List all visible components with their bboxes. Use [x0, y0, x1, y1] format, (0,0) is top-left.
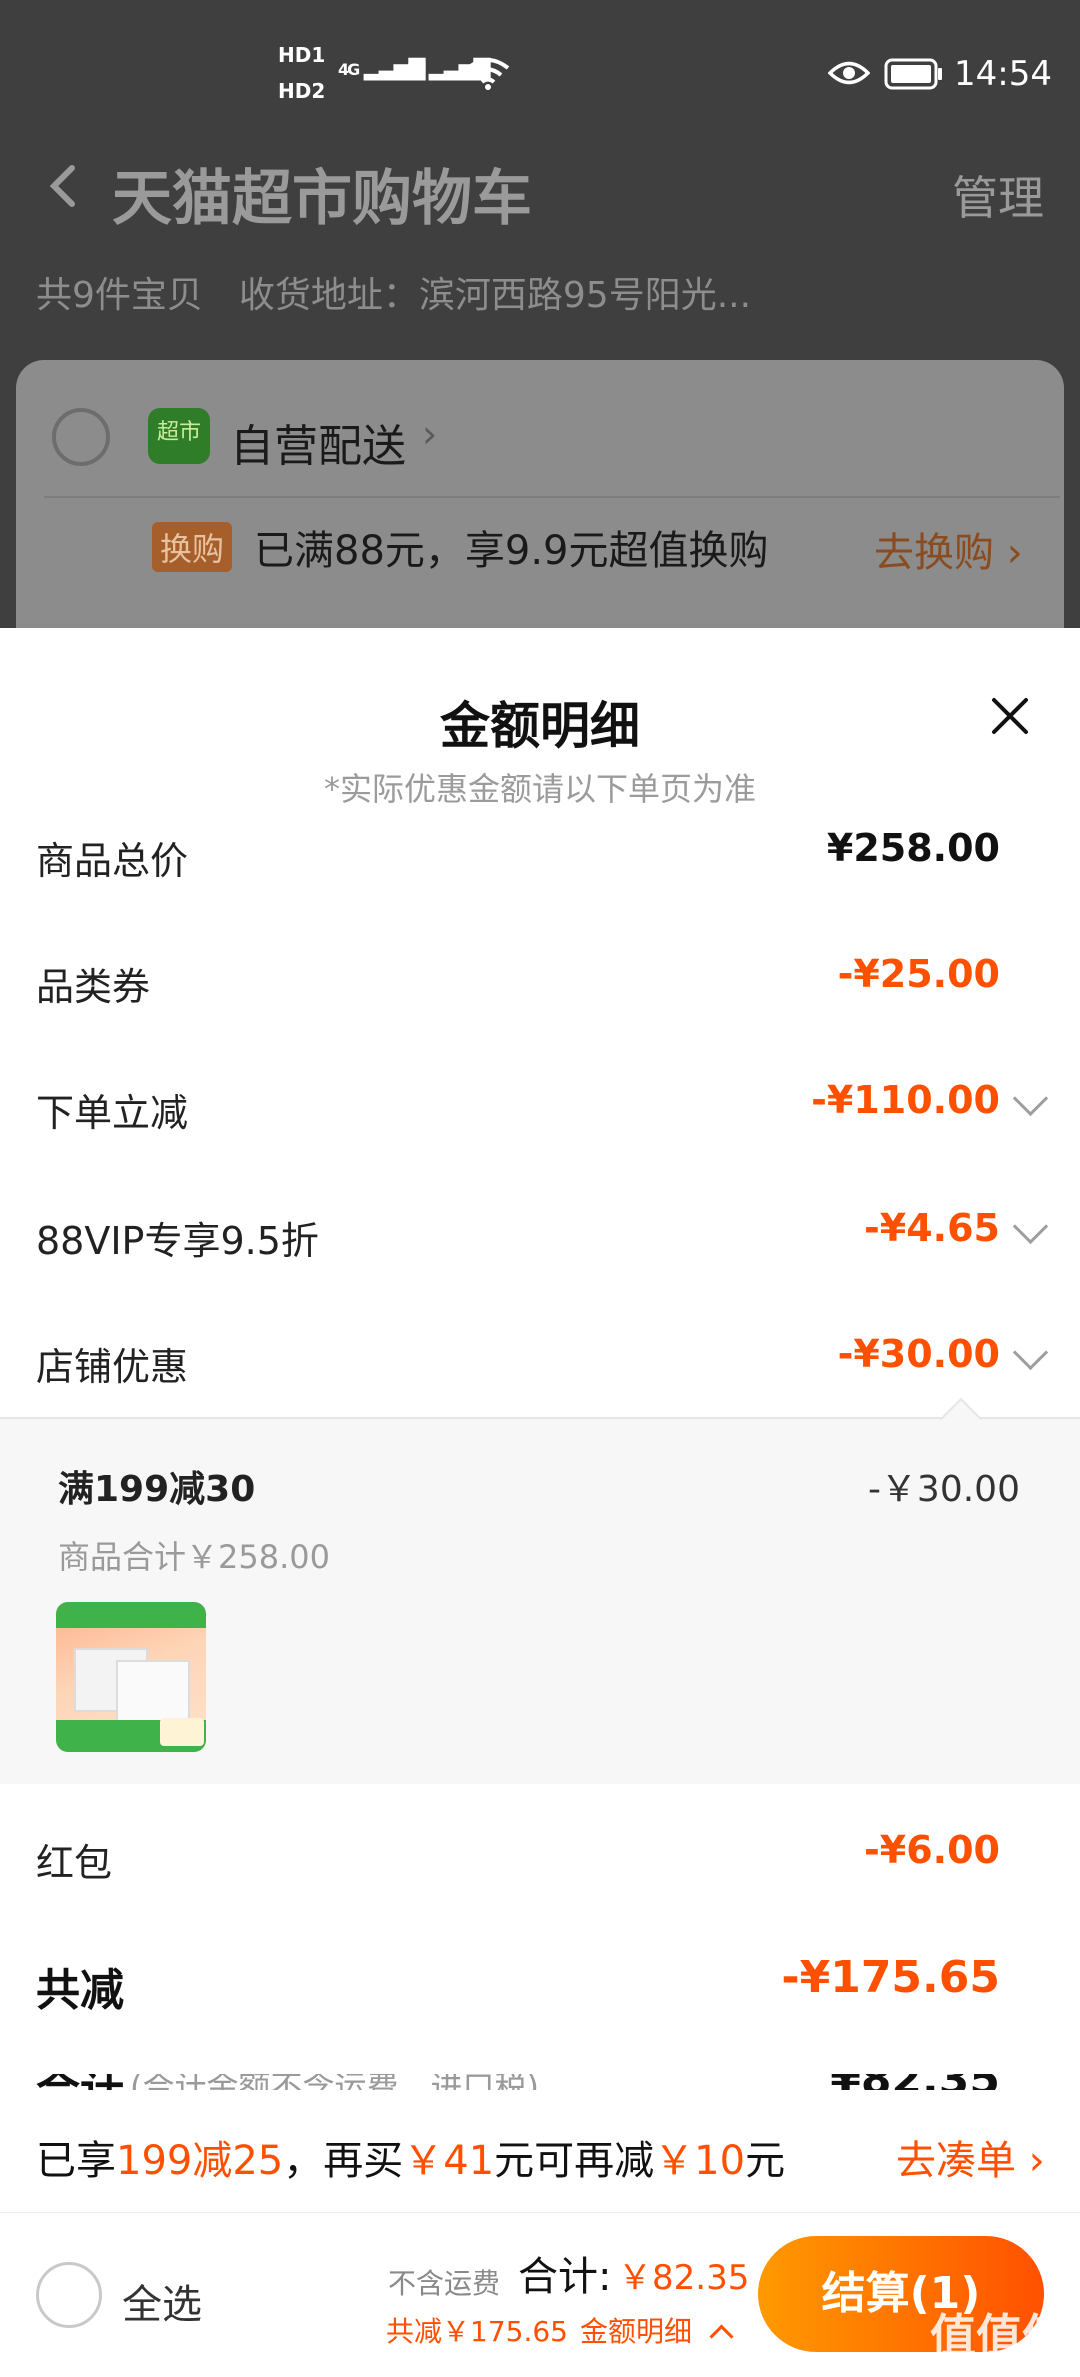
store-select-radio[interactable]	[52, 408, 110, 466]
row-label-88vip[interactable]: 88VIP专享9.5折	[36, 1210, 319, 1265]
store-card	[16, 360, 1064, 660]
row-value-shop-discount: -¥30.00	[837, 1332, 1000, 1376]
close-icon[interactable]	[988, 694, 1032, 738]
exchange-text: 已满88元，享9.9元超值换购	[254, 528, 769, 574]
total-value: ￥82.35	[618, 2258, 750, 2298]
go-exchange-link[interactable]: 去换购 ›	[874, 520, 1023, 578]
row-label-red-packet: 红包	[36, 1841, 113, 1885]
hd-indicator-1: HD1	[278, 43, 326, 67]
promo-message: 已享199减25，再买￥41元可再减￥10元	[36, 2128, 785, 2186]
go-add-items-label: 去凑单	[896, 2138, 1016, 2184]
promo-part-1: 已享	[36, 2138, 116, 2184]
clock: 14:54	[954, 54, 1052, 94]
row-label-category-coupon: 品类券	[36, 965, 151, 1009]
signal-label-1: 4G	[338, 60, 360, 79]
no-shipping-note: 不含运费	[388, 2267, 501, 2300]
row-value-category-coupon: -¥25.00	[837, 952, 1000, 996]
select-all-label[interactable]: 全选	[122, 2272, 202, 2330]
manage-button[interactable]: 管理	[952, 162, 1044, 228]
product-thumbnail[interactable]	[56, 1602, 206, 1752]
row-value-total-discount: -¥175.65	[781, 1952, 1000, 2003]
row-label-order-discount[interactable]: 下单立减	[36, 1082, 188, 1137]
promo-part-2: 199减25	[116, 2138, 284, 2184]
promo-part-5: 元可再减	[494, 2138, 655, 2184]
eye-icon	[828, 61, 870, 85]
row-value-88vip: -¥4.65	[864, 1206, 1000, 1250]
go-add-items-link[interactable]: 去凑单 ›	[896, 2128, 1045, 2186]
shop-promo-amount: -￥30.00	[867, 1469, 1020, 1510]
amount-detail-toggle[interactable]: 金额明细	[580, 2310, 734, 2350]
row-value-total-price: ¥258.00	[826, 826, 1000, 870]
select-all-radio[interactable]	[36, 2262, 102, 2328]
battery-icon	[884, 58, 942, 90]
signal-label-2: 4G	[403, 60, 425, 79]
page-title: 天猫超市购物车	[112, 164, 532, 234]
row-label-shop-discount[interactable]: 店铺优惠	[36, 1336, 188, 1391]
shop-promo-title: 满199减30	[58, 1469, 256, 1510]
exchange-tag: 换购	[152, 522, 233, 572]
row-value-red-packet: -¥6.00	[864, 1828, 1000, 1872]
saved-amount: 共减￥175.65	[386, 2315, 568, 2348]
wifi-icon	[466, 58, 510, 90]
row-label-total-price: 商品总价	[36, 839, 189, 883]
promo-part-7: 元	[745, 2138, 786, 2184]
hd-indicator-2: HD2	[278, 79, 326, 103]
chevron-right-icon: ›	[422, 412, 438, 456]
total-label: 合计:	[518, 2254, 612, 2300]
go-exchange-label: 去换购	[874, 530, 994, 576]
promo-part-4: ￥41	[403, 2138, 495, 2184]
store-name[interactable]: 自营配送	[230, 410, 406, 474]
row-label-total-discount: 共减	[36, 1965, 124, 2016]
detail-top-border	[0, 1417, 1080, 1419]
tmall-supermarket-logo: 超市	[148, 408, 210, 464]
sheet-disclaimer: *实际优惠金额请以下单页为准	[323, 770, 756, 808]
back-arrow-icon[interactable]	[44, 162, 80, 210]
chevron-up-icon	[709, 2324, 734, 2349]
amount-detail-label: 金额明细	[580, 2315, 693, 2348]
sheet-title: 金额明细	[440, 697, 640, 755]
cart-summary-address: 共9件宝贝 收货地址：滨河西路95号阳光...	[36, 275, 752, 316]
status-bar: HD1 HD2 4G ▂▃▅▇ 4G ▂▃▅▇ 14:54	[0, 0, 1080, 150]
promo-part-3: ，再买	[283, 2138, 404, 2184]
shop-promo-subtotal: 商品合计￥258.00	[58, 1538, 330, 1576]
card-divider	[44, 496, 1060, 498]
watermark-url: zhizhizhi.com	[930, 2352, 1039, 2371]
row-value-order-discount: -¥110.00	[811, 1078, 1000, 1122]
promo-part-6: ￥10	[654, 2138, 746, 2184]
